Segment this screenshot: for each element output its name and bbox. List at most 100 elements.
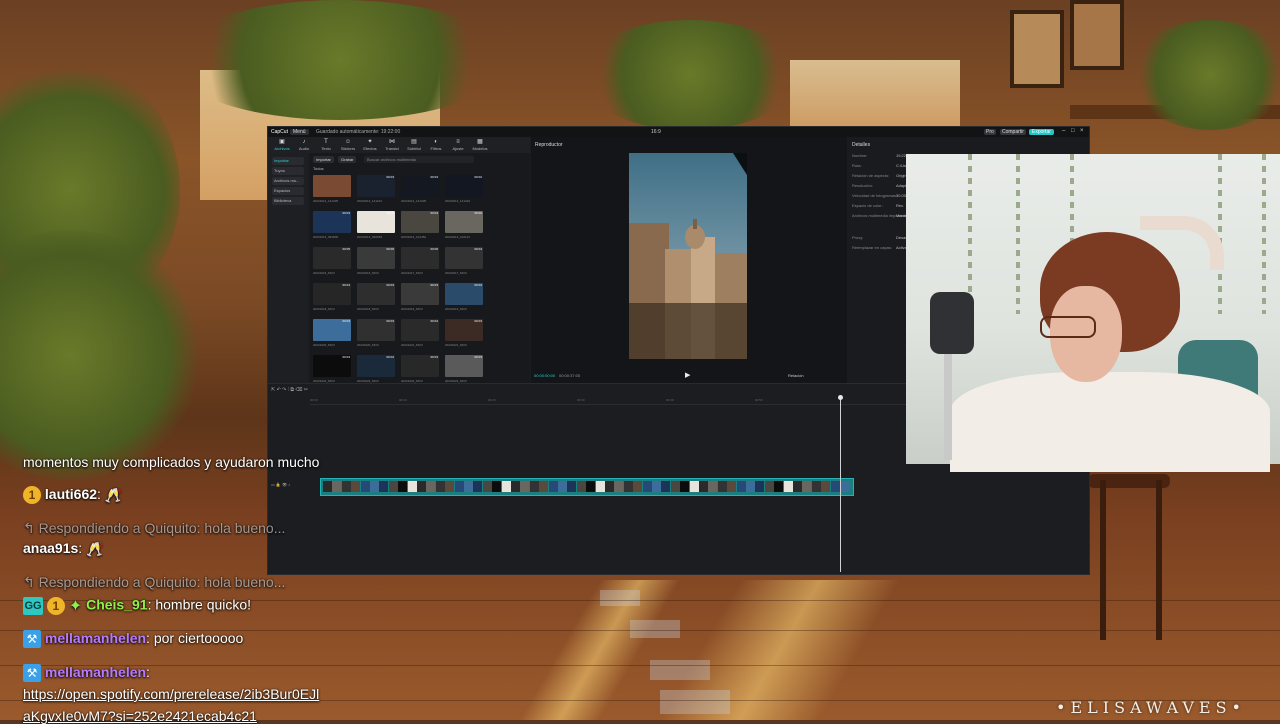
- media-thumbnail[interactable]: 00:03: [401, 175, 439, 197]
- chat-link[interactable]: aKgvxIe0vM7?si=252e2421ecab4c21: [23, 708, 257, 724]
- floor-tile: [630, 620, 680, 638]
- player-title: Reproductor: [535, 142, 563, 148]
- toolbar-filters[interactable]: ◐ Filtros: [428, 139, 444, 151]
- record-button[interactable]: Grabar: [338, 156, 357, 163]
- stool-legs: [1100, 480, 1162, 640]
- clip-filename: 20231017_MOV: [401, 271, 423, 275]
- play-icon[interactable]: ▶: [685, 371, 690, 379]
- pro-button[interactable]: Pro: [984, 129, 996, 135]
- media-thumbnail[interactable]: 00:02: [357, 355, 395, 377]
- clip-duration: 00:02: [474, 283, 482, 287]
- media-thumbnail[interactable]: 00:03: [401, 355, 439, 377]
- minimize-icon[interactable]: –: [1062, 128, 1065, 134]
- clip-duration: 00:04: [430, 319, 438, 323]
- sidebar-item[interactable]: Archivos mu...: [272, 177, 304, 185]
- sidebar-item[interactable]: Importar: [272, 157, 304, 165]
- media-thumbnail[interactable]: 00:04: [401, 319, 439, 341]
- reply-icon: ↰: [23, 574, 39, 590]
- chat-reply-context: ↰ Respondiendo a Quiquito: hola bueno...: [23, 520, 285, 537]
- subtitles-icon: ▤: [411, 139, 417, 145]
- detail-key: Espacio de color:: [852, 203, 883, 208]
- timeline-tools[interactable]: ⇱ ↶ ↷ ⫶ ⧉ ⌫ ✂: [271, 387, 308, 393]
- clip-filename: 20231012_141322: [445, 199, 471, 203]
- media-thumbnail[interactable]: 00:03: [357, 283, 395, 305]
- media-thumbnail[interactable]: 00:03: [357, 175, 395, 197]
- adjust-icon: ≡: [456, 139, 460, 145]
- media-thumbnail[interactable]: 00:02: [445, 175, 483, 197]
- clip-filename: 20231013_101452: [401, 235, 427, 239]
- media-thumbnail[interactable]: 00:03: [357, 319, 395, 341]
- media-thumbnail[interactable]: 00:06: [401, 247, 439, 269]
- toolbar-templates[interactable]: ▦ Modelos: [472, 139, 488, 151]
- audio-icon: ♪: [302, 139, 306, 145]
- playhead-handle[interactable]: [838, 395, 843, 400]
- media-thumbnail[interactable]: 00:03: [313, 211, 351, 233]
- track-clip-thumb: [670, 481, 680, 492]
- chat-overlay: momentos muy complicados y ayudaron much…: [0, 448, 380, 724]
- sidebar-item[interactable]: Tuyos: [272, 167, 304, 175]
- media-search-input[interactable]: Buscar archivos multimedia: [364, 156, 474, 163]
- clip-duration: 00:06: [430, 247, 438, 251]
- toolbar-label: Archivos: [274, 146, 290, 151]
- media-thumbnail[interactable]: 00:03: [313, 355, 351, 377]
- menu-button[interactable]: Menú: [290, 129, 309, 135]
- media-thumbnail[interactable]: 00:05: [357, 211, 395, 233]
- track-clip-thumb: [605, 481, 614, 492]
- clip-filename: 20231021_MOV: [401, 343, 423, 347]
- chat-message: momentos muy complicados y ayudaron much…: [23, 454, 319, 470]
- media-thumbnail[interactable]: 00:05: [313, 247, 351, 269]
- close-icon[interactable]: ×: [1080, 128, 1084, 134]
- chat-username[interactable]: lauti662: [45, 486, 97, 502]
- ratio-button[interactable]: Relación: [788, 373, 804, 378]
- media-thumbnail[interactable]: 00:02: [445, 283, 483, 305]
- clip-filename: 20231016_MOV: [357, 271, 379, 275]
- media-icon: ▣: [279, 139, 285, 145]
- export-button[interactable]: Exportar: [1029, 129, 1054, 135]
- track-clip-thumb: [482, 481, 492, 492]
- video-track[interactable]: [320, 478, 854, 496]
- toolbar-subtitles[interactable]: ▤ Subtítul: [406, 139, 422, 151]
- toolbar-sticker[interactable]: ☺ Stickers: [340, 139, 356, 151]
- media-thumbnail[interactable]: 00:04: [445, 247, 483, 269]
- sidebar-item[interactable]: Biblioteca: [272, 197, 304, 205]
- chat-username[interactable]: mellamanhelen: [45, 664, 146, 680]
- hanging-vine: [1262, 154, 1266, 314]
- maximize-icon[interactable]: □: [1071, 128, 1075, 134]
- chat-username[interactable]: mellamanhelen: [45, 630, 146, 646]
- share-button[interactable]: Compartir: [1000, 129, 1026, 135]
- track-clip-thumb: [379, 481, 389, 492]
- media-thumbnail[interactable]: 00:04: [401, 211, 439, 233]
- toolbar-audio[interactable]: ♪ Audio: [296, 139, 312, 151]
- toolbar-transitions[interactable]: ⋈ Transici: [384, 139, 400, 151]
- chat-username[interactable]: anaa91s: [23, 540, 78, 556]
- track-clip-thumb: [633, 481, 643, 492]
- toolbar-effects[interactable]: ✦ Efectos: [362, 139, 378, 151]
- app-logo: CapCut: [271, 129, 288, 135]
- sub-badge-icon: 1: [23, 486, 41, 505]
- media-thumbnail[interactable]: 00:03: [401, 283, 439, 305]
- toolbar-label: Efectos: [363, 146, 377, 151]
- toolbar-label: Transici: [385, 146, 399, 151]
- import-button[interactable]: Importar: [313, 156, 334, 163]
- toolbar-media[interactable]: ▣ Archivos: [274, 139, 290, 151]
- media-thumbnail[interactable]: [313, 175, 351, 197]
- sidebar-item[interactable]: Espacios: [272, 187, 304, 195]
- preview-image: [629, 153, 747, 359]
- media-thumbnail[interactable]: 00:03: [313, 319, 351, 341]
- playhead[interactable]: [840, 396, 841, 572]
- media-thumbnail[interactable]: 00:03: [445, 319, 483, 341]
- chat-username[interactable]: Cheis_91: [86, 597, 147, 613]
- toolbar-adjust[interactable]: ≡ Ajuste: [450, 139, 466, 151]
- media-thumbnail[interactable]: 00:02: [445, 211, 483, 233]
- editor-titlebar: CapCut Menú Guardado automáticamente: 19…: [268, 127, 1089, 137]
- media-thumbnail[interactable]: 00:06: [357, 247, 395, 269]
- mic-stand: [944, 350, 952, 460]
- chat-link[interactable]: https://open.spotify.com/prerelease/2ib3…: [23, 686, 319, 702]
- media-thumbnail[interactable]: 00:04: [313, 283, 351, 305]
- media-thumbnail[interactable]: 00:03: [445, 355, 483, 377]
- clip-duration: 00:03: [430, 175, 438, 179]
- track-clip-thumb: [802, 481, 812, 492]
- toolbar-text[interactable]: T Texto: [318, 139, 334, 151]
- chat-colon: :: [78, 540, 87, 556]
- timeline-tick: 00:00: [310, 398, 318, 402]
